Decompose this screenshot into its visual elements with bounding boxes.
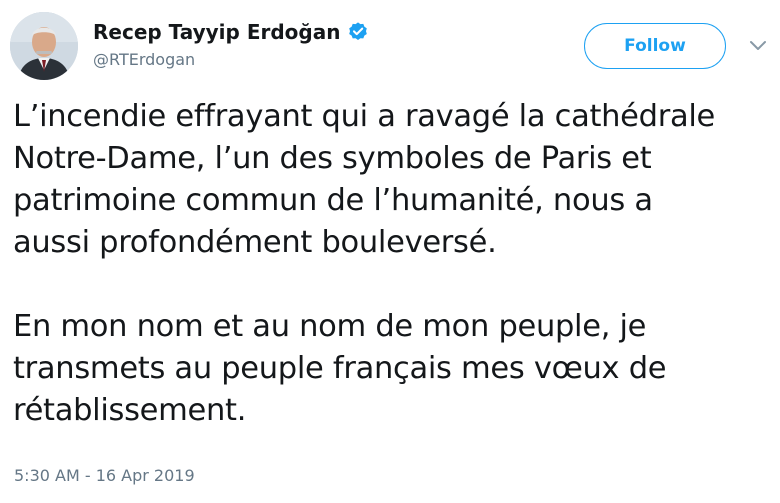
- chevron-down-icon[interactable]: [748, 38, 768, 52]
- avatar-image: [10, 12, 78, 80]
- user-handle[interactable]: @RTErdogan: [93, 50, 369, 69]
- tweet-timestamp[interactable]: 5:30 AM - 16 Apr 2019: [14, 466, 195, 485]
- tweet-line: Notre-Dame, l’un des symboles de Paris e…: [13, 141, 652, 176]
- verified-badge-icon: [347, 21, 369, 43]
- tweet-line: transmets au peuple français mes vœux de: [13, 351, 667, 386]
- tweet-line: patrimoine commun de l’humanité, nous a: [13, 183, 653, 218]
- display-name[interactable]: Recep Tayyip Erdoğan: [93, 20, 340, 44]
- avatar[interactable]: [10, 12, 78, 80]
- tweet-line: rétablissement.: [13, 393, 247, 428]
- tweet-header: Recep Tayyip Erdoğan @RTErdogan Follow: [10, 12, 770, 82]
- tweet-line: L’incendie effrayant qui a ravagé la cat…: [13, 99, 715, 134]
- tweet-line: En mon nom et au nom de mon peuple, je: [13, 309, 647, 344]
- name-row: Recep Tayyip Erdoğan: [93, 18, 369, 46]
- tweet-line: aussi profondément bouleversé.: [13, 225, 497, 260]
- follow-button[interactable]: Follow: [584, 23, 726, 69]
- user-identity: Recep Tayyip Erdoğan @RTErdogan: [93, 18, 369, 69]
- tweet-text: L’incendie effrayant qui a ravagé la cat…: [13, 96, 773, 432]
- tweet-card: Recep Tayyip Erdoğan @RTErdogan Follow L…: [0, 0, 780, 503]
